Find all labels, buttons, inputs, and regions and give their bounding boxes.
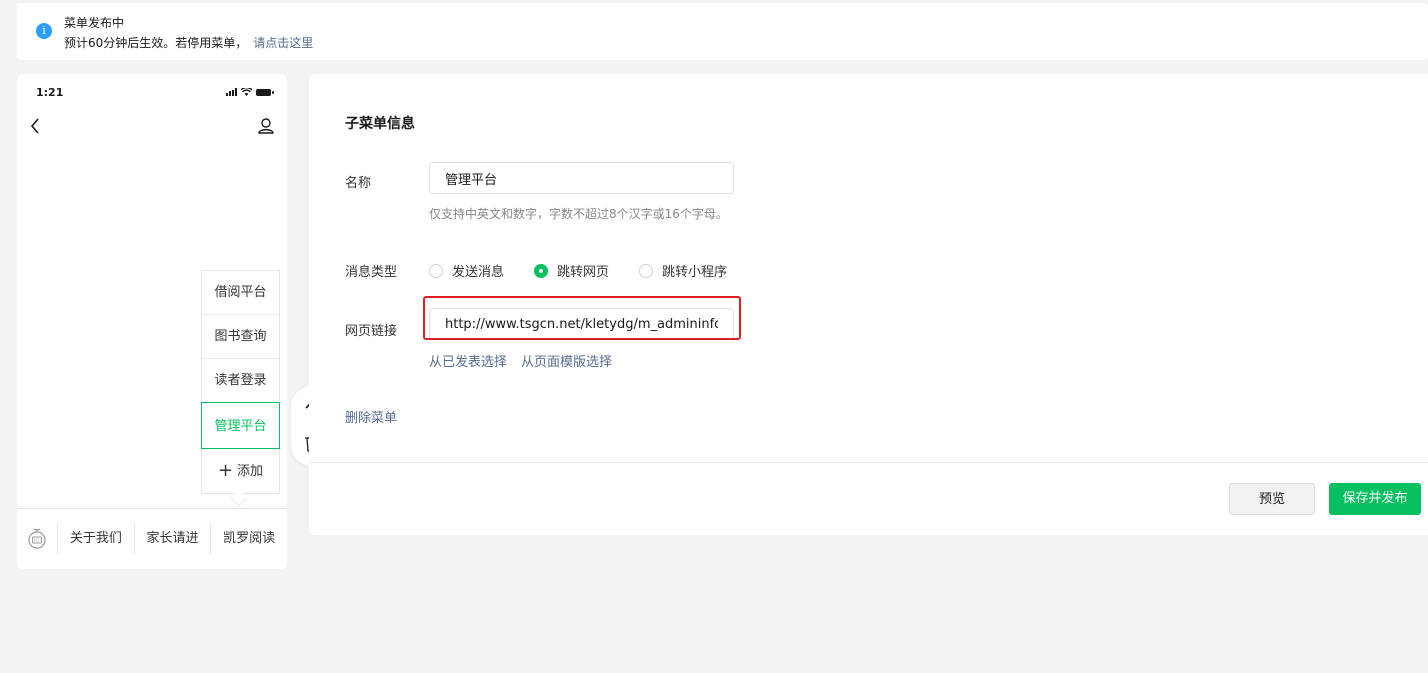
preview-button[interactable]: 预览 xyxy=(1229,483,1315,515)
disable-menu-link[interactable]: 请点击这里 xyxy=(253,36,313,50)
radio-dot xyxy=(639,263,654,278)
select-template-link[interactable]: 从页面模版选择 xyxy=(521,355,612,370)
menu-bar: 关于我们 家长请进 凯罗阅读 xyxy=(17,508,287,569)
radio-jump-webpage[interactable]: 跳转网页 xyxy=(534,261,609,280)
battery-icon xyxy=(256,88,274,96)
radio-label: 发送消息 xyxy=(452,265,505,280)
submenu-item[interactable]: 借阅平台 xyxy=(202,271,279,315)
submenu-list: 借阅平台 图书查询 读者登录 管理平台 + 添加 xyxy=(201,270,280,494)
submenu-editor: 子菜单信息 名称 仅支持中英文和数字，字数不超过8个汉字或16个字母。 消息类型… xyxy=(309,74,1428,535)
notice-title: 菜单发布中 xyxy=(64,16,125,30)
plus-icon: + xyxy=(217,460,234,481)
submenu-item[interactable]: 读者登录 xyxy=(202,359,279,403)
radio-dot xyxy=(429,263,443,278)
menu-tab[interactable]: 凯罗阅读 xyxy=(210,524,287,554)
info-icon: i xyxy=(36,23,52,39)
publish-notice: i 菜单发布中 预计60分钟后生效。若停用菜单， 请点击这里 xyxy=(17,3,1428,60)
select-published-link[interactable]: 从已发表选择 xyxy=(429,355,507,370)
message-type-group: 发送消息 跳转网页 跳转小程序 xyxy=(429,261,727,280)
user-icon[interactable] xyxy=(257,116,275,136)
name-label: 名称 xyxy=(345,176,372,191)
status-time: 1:21 xyxy=(36,86,64,99)
menu-tab[interactable]: 关于我们 xyxy=(57,524,134,554)
url-label: 网页链接 xyxy=(345,324,398,339)
radio-dot-selected xyxy=(534,263,549,278)
status-icons xyxy=(226,88,274,96)
name-hint: 仅支持中英文和数字，字数不超过8个汉字或16个字母。 xyxy=(429,207,728,221)
url-source-links: 从已发表选择 从页面模版选择 xyxy=(429,351,626,370)
radio-label: 跳转小程序 xyxy=(662,265,728,280)
radio-jump-miniprogram[interactable]: 跳转小程序 xyxy=(639,261,727,280)
submenu-item-active[interactable]: 管理平台 xyxy=(201,402,280,449)
radio-send-message[interactable]: 发送消息 xyxy=(429,261,504,280)
url-highlight-box xyxy=(423,296,741,340)
divider xyxy=(309,462,1428,463)
keyboard-icon[interactable] xyxy=(17,509,57,569)
back-arrow-icon[interactable] xyxy=(27,116,43,136)
submenu-item[interactable]: 图书查询 xyxy=(202,315,279,359)
notice-desc-text: 预计60分钟后生效。若停用菜单， xyxy=(64,36,248,50)
radio-label: 跳转网页 xyxy=(557,265,610,280)
save-publish-button[interactable]: 保存并发布 xyxy=(1329,483,1421,515)
type-label: 消息类型 xyxy=(345,265,398,280)
notice-desc: 预计60分钟后生效。若停用菜单， 请点击这里 xyxy=(64,34,313,51)
phone-preview: 1:21 借阅平台 图书查询 读者登录 管理平台 + 添加 关于我们 家长请进 凯… xyxy=(17,74,287,569)
menu-tab[interactable]: 家长请进 xyxy=(133,524,211,554)
add-submenu-label: 添加 xyxy=(237,464,264,479)
wifi-icon xyxy=(241,88,252,96)
add-submenu-button[interactable]: + 添加 xyxy=(202,449,279,493)
signal-icon xyxy=(226,88,237,96)
name-input[interactable] xyxy=(429,162,734,194)
editor-title: 子菜单信息 xyxy=(345,116,415,132)
delete-menu-link[interactable]: 删除菜单 xyxy=(345,407,397,426)
